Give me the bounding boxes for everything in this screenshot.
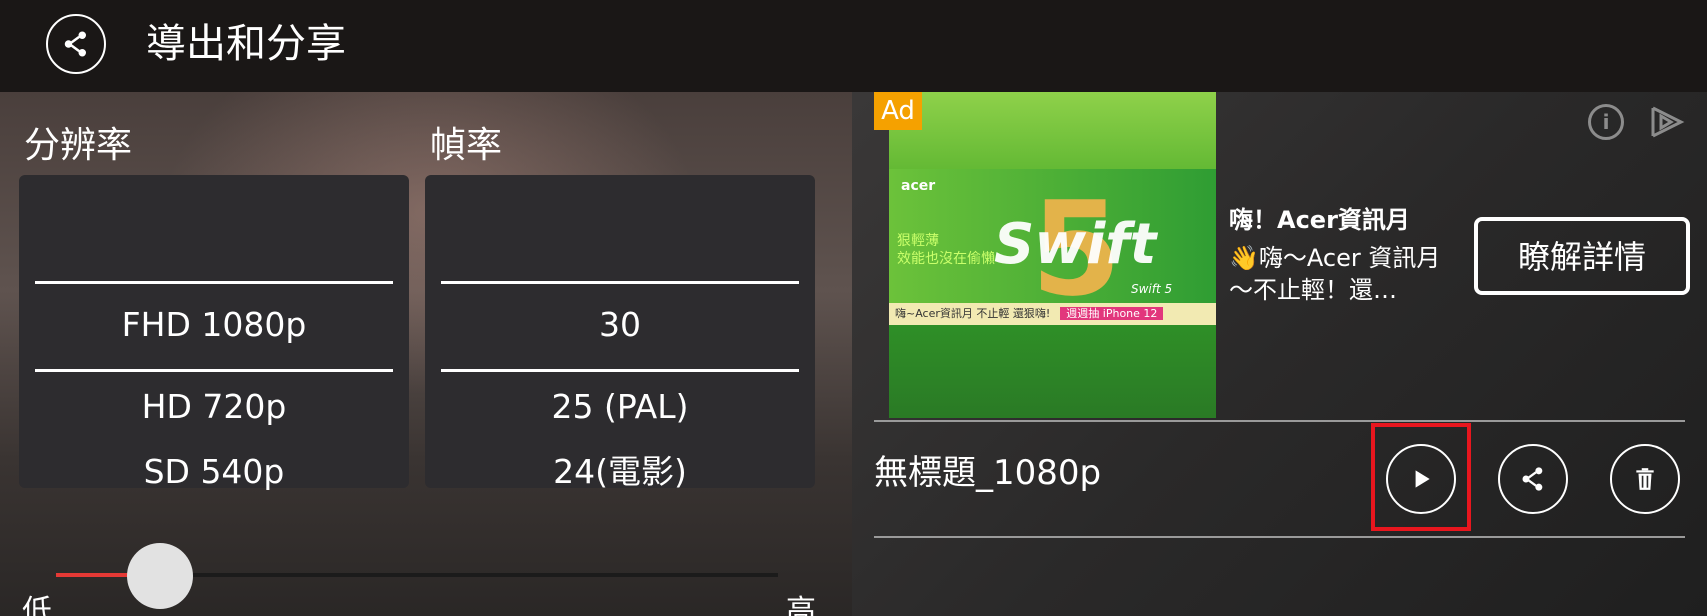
ad-slogan: 狠輕薄 效能也沒在偷懶 xyxy=(897,232,995,268)
divider-bottom xyxy=(874,536,1685,538)
export-list-panel: acer 狠輕薄 效能也沒在偷懶 5 Swift Swift 5 嗨~Acer資… xyxy=(852,92,1707,616)
ad-body[interactable]: 👋嗨～Acer 資訊月～不止輕！還… xyxy=(1229,242,1449,306)
divider-top xyxy=(874,420,1685,422)
trash-icon xyxy=(1636,468,1654,490)
resolution-label: 分辨率 xyxy=(24,125,133,166)
ad-product-caption: Swift 5 xyxy=(1131,282,1173,296)
ad-badge: Ad xyxy=(874,92,922,130)
picker-selection-line-bottom xyxy=(35,369,393,372)
ad-image[interactable]: acer 狠輕薄 效能也沒在偷懶 5 Swift Swift 5 嗨~Acer資… xyxy=(889,92,1216,418)
resolution-option[interactable]: HD 720p xyxy=(19,385,409,429)
quality-min-label: 低 xyxy=(22,594,52,616)
picker-selection-line-bottom xyxy=(441,369,799,372)
export-settings-panel: 分辨率 幀率 FHD 1080p HD 720p SD 540p 30 25 (… xyxy=(0,92,852,616)
resolution-option-selected[interactable]: FHD 1080p xyxy=(19,303,409,347)
share-glyph xyxy=(64,31,86,57)
ad-strip-promo: 週週抽 iPhone 12 xyxy=(1060,307,1164,320)
framerate-label: 幀率 xyxy=(430,125,503,166)
ad-slogan-line2: 效能也沒在偷懶 xyxy=(897,251,995,267)
ad-brand-text: acer xyxy=(901,178,936,194)
framerate-picker[interactable]: 30 25 (PAL) 24(電影) xyxy=(425,175,815,491)
ad-strip: 嗨~Acer資訊月 不止輕 還狠嗨! 週週抽 iPhone 12 xyxy=(889,303,1216,325)
resolution-picker[interactable]: FHD 1080p HD 720p SD 540p xyxy=(19,175,409,491)
ad-slogan-line1: 狠輕薄 xyxy=(897,233,939,249)
framerate-option[interactable]: 24(電影) xyxy=(425,450,815,494)
picker-selection-line-top xyxy=(441,281,799,284)
picker-selection-line-top xyxy=(35,281,393,284)
ad-product-name: Swift xyxy=(994,212,1157,277)
export-file-name: 無標題_1080p xyxy=(874,453,1102,493)
ad-choices-icon[interactable] xyxy=(1647,102,1687,142)
ad-strip-text: 嗨~Acer資訊月 不止輕 還狠嗨! xyxy=(895,307,1051,320)
ad-headline[interactable]: 嗨！Acer資訊月 xyxy=(1229,204,1410,236)
share-icon[interactable] xyxy=(46,14,106,74)
framerate-option[interactable]: 25 (PAL) xyxy=(425,385,815,429)
quality-slider-thumb[interactable] xyxy=(127,543,193,609)
share-icon xyxy=(1522,467,1543,491)
ad-learn-more-button[interactable]: 瞭解詳情 xyxy=(1474,217,1690,295)
info-icon[interactable]: i xyxy=(1588,104,1624,140)
page-title: 導出和分享 xyxy=(146,21,346,67)
share-button[interactable] xyxy=(1498,444,1568,514)
resolution-option[interactable]: SD 540p xyxy=(19,450,409,494)
framerate-option-selected[interactable]: 30 xyxy=(425,303,815,347)
highlight-box xyxy=(1371,423,1471,531)
quality-max-label: 高 xyxy=(786,594,816,616)
delete-button[interactable] xyxy=(1610,444,1680,514)
top-bar: 導出和分享 xyxy=(0,0,1707,92)
